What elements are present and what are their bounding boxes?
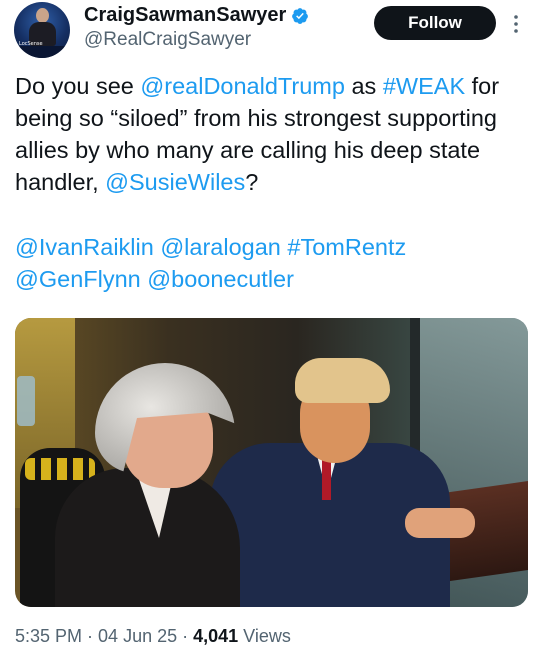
tweet-time[interactable]: 5:35 PM (15, 626, 82, 646)
mention-link[interactable]: @laralogan (160, 234, 281, 260)
avatar[interactable]: LocSense (14, 2, 70, 58)
photo-water-bottle (17, 376, 35, 426)
photo-man-hair (295, 358, 390, 403)
views-label: Views (238, 626, 291, 646)
views-count: 4,041 (193, 626, 239, 646)
photo-man-hands (405, 508, 475, 538)
avatar-logo-text: LocSense (19, 41, 43, 47)
tweet-tags: @IvanRaiklin @laralogan #TomRentz @GenFly… (15, 231, 530, 295)
tweet-text-segment: ? (245, 169, 259, 195)
photo-chair-stripe (25, 458, 95, 480)
mention-link[interactable]: @boonecutler (147, 266, 294, 292)
avatar-figure-head (36, 8, 49, 23)
author-handle[interactable]: @RealCraigSawyer (84, 29, 251, 51)
tweet-text-segment: Do you see (15, 73, 141, 99)
mention-link[interactable]: @IvanRaiklin (15, 234, 154, 260)
tweet-text-segment: as (344, 73, 383, 99)
tweet-meta: 5:35 PM · 04 Jun 25 · 4,041 Views (15, 626, 291, 647)
mention-link[interactable]: @GenFlynn (15, 266, 141, 292)
meta-separator: · (82, 626, 99, 646)
tweet-text: Do you see @realDonaldTrump as #WEAK for… (15, 70, 530, 198)
tweet-photo[interactable] (15, 318, 528, 607)
author-name-row: CraigSawmanSawyer (84, 4, 309, 27)
tweet-date[interactable]: 04 Jun 25 (98, 626, 177, 646)
mention-link[interactable]: @SusieWiles (105, 169, 245, 195)
meta-separator: · (177, 626, 194, 646)
more-vertical-icon[interactable] (512, 14, 520, 34)
avatar-banner (14, 46, 70, 58)
photo-man-tie (322, 460, 331, 500)
mention-link[interactable]: @realDonaldTrump (140, 73, 345, 99)
follow-button[interactable]: Follow (374, 6, 496, 40)
verified-badge-icon (292, 7, 309, 24)
hashtag-link[interactable]: #TomRentz (287, 234, 406, 260)
hashtag-link[interactable]: #WEAK (383, 73, 465, 99)
author-display-name[interactable]: CraigSawmanSawyer (84, 4, 286, 27)
